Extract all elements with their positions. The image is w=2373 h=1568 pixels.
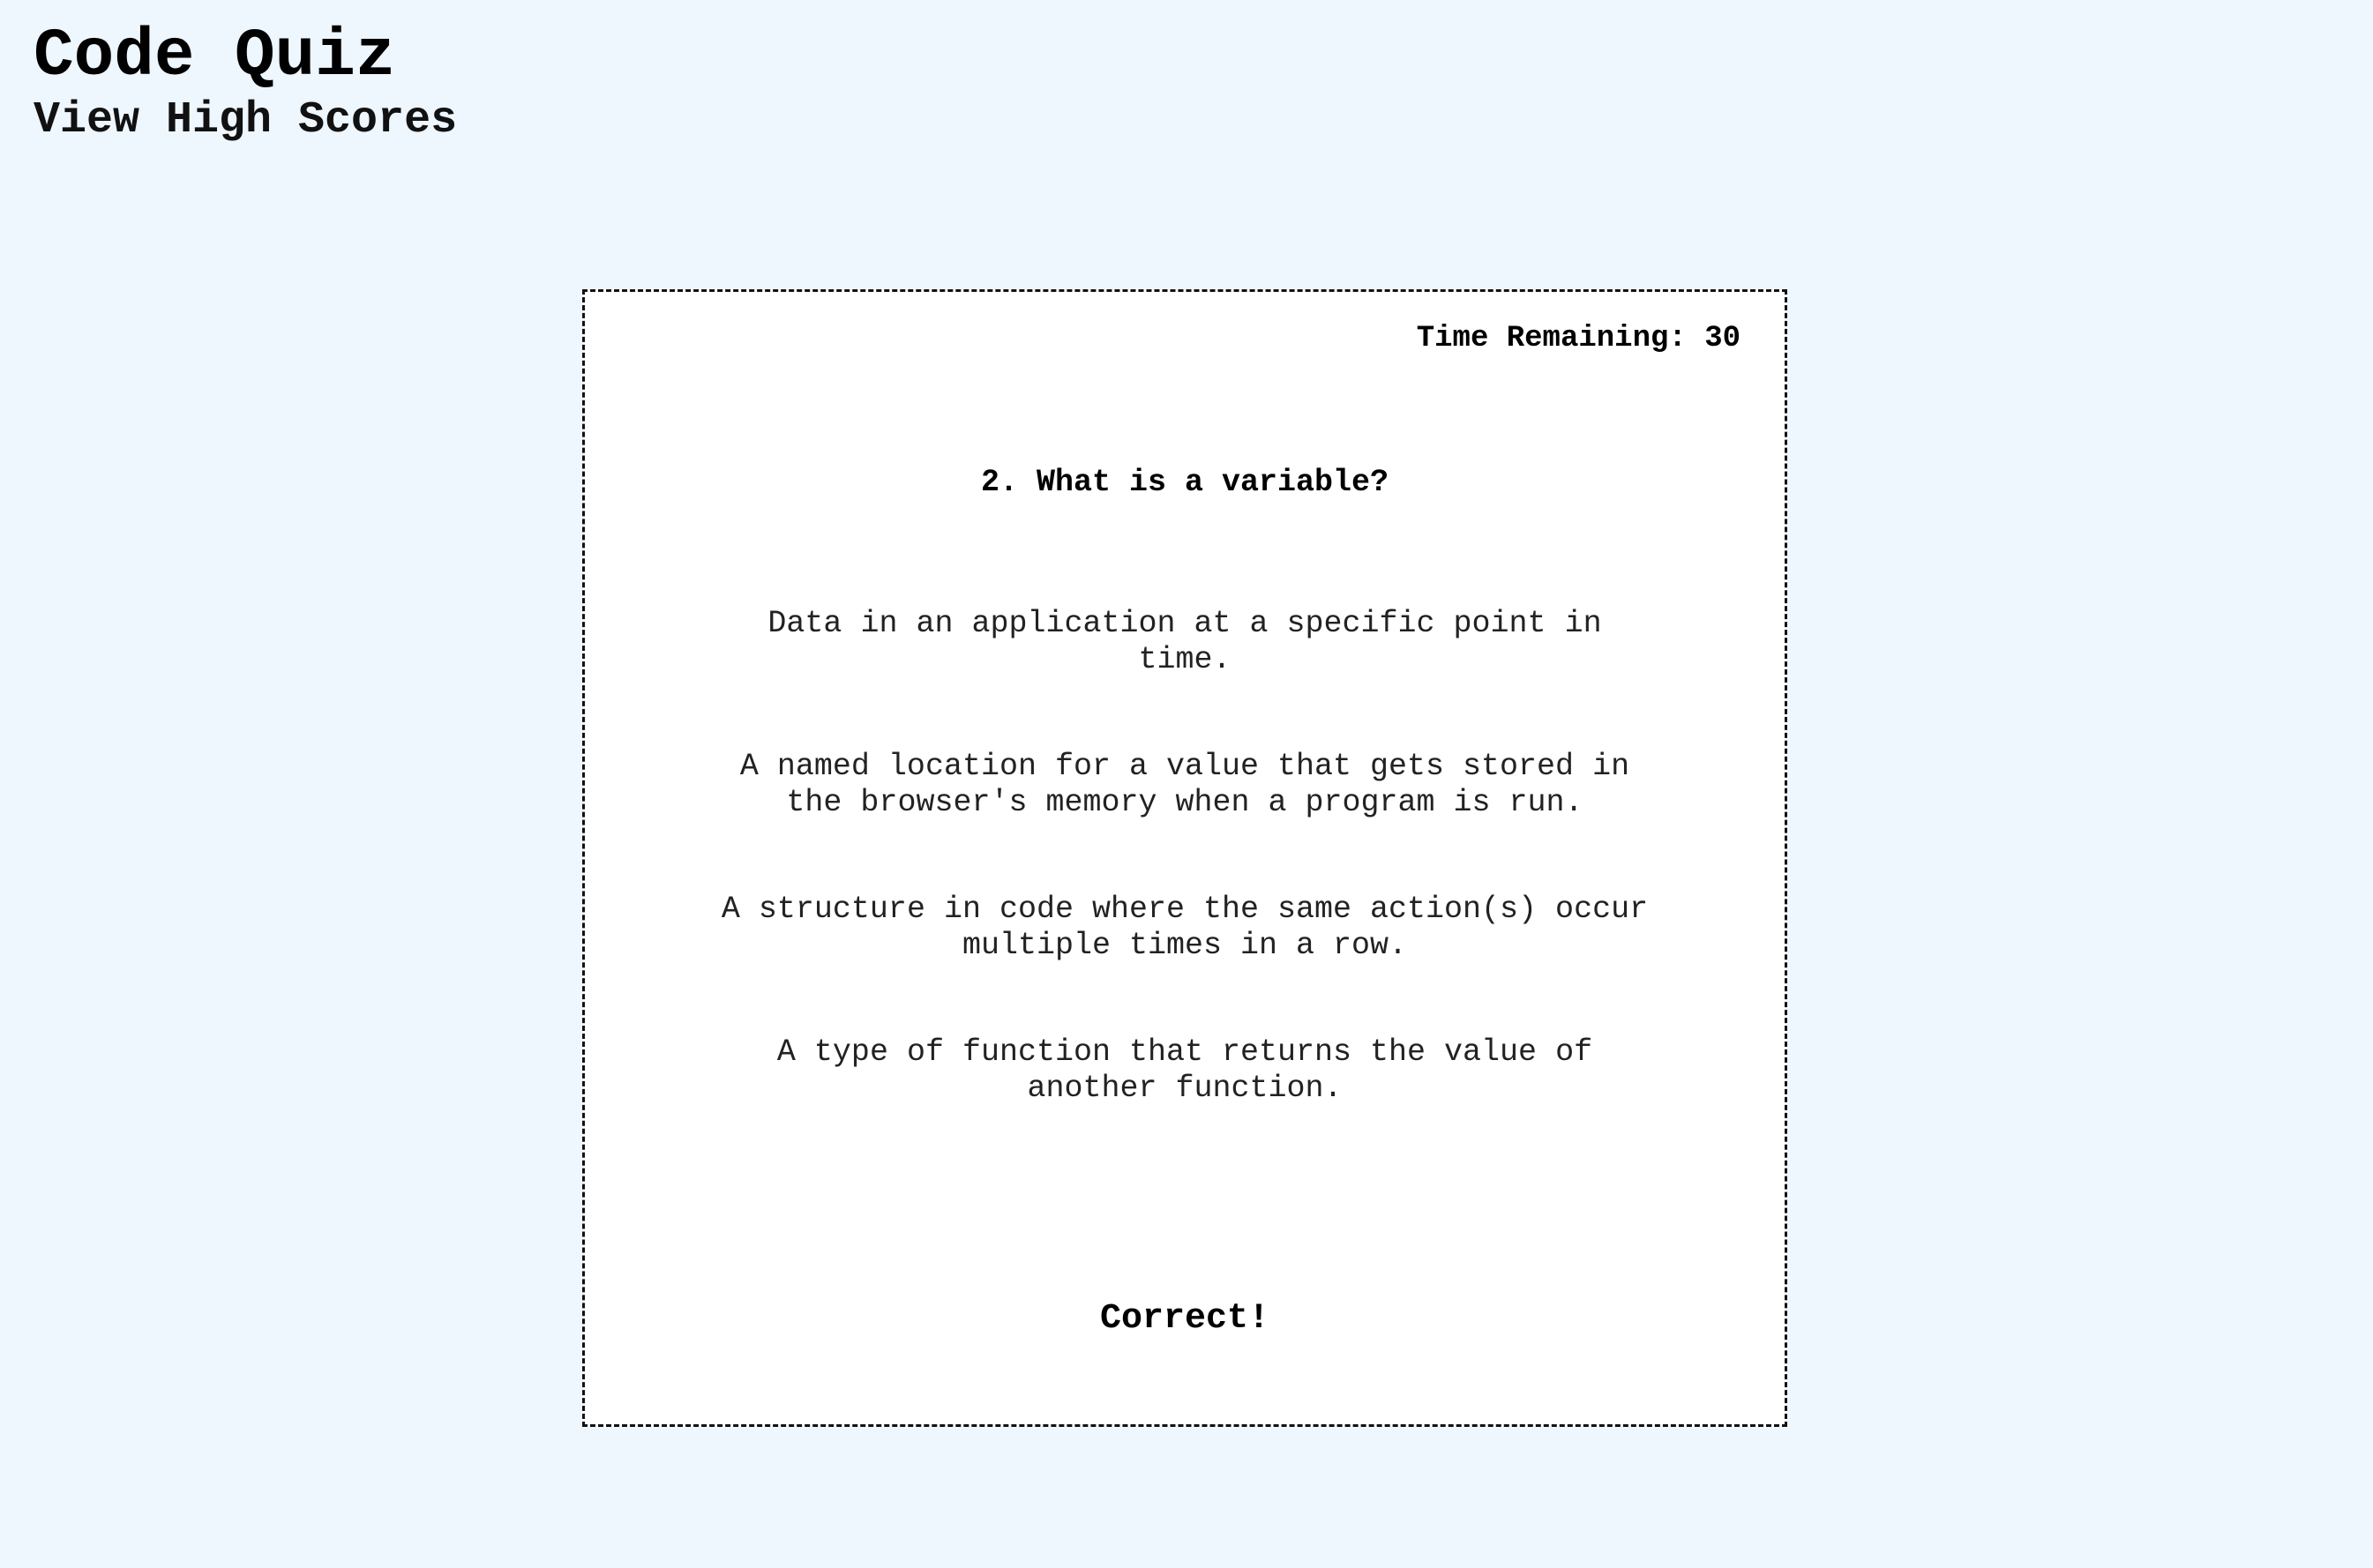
answer-list: Data in an application at a specific poi… <box>585 606 1785 1177</box>
timer-value: 30 <box>1704 322 1740 355</box>
view-high-scores-link[interactable]: View High Scores <box>34 93 457 148</box>
answer-option-2[interactable]: A named location for a value that gets s… <box>717 749 1652 821</box>
answer-option-4[interactable]: A type of function that returns the valu… <box>717 1034 1652 1107</box>
timer-label: Time Remaining: <box>1416 322 1705 355</box>
answer-feedback: Correct! <box>1099 1299 1270 1339</box>
app-title: Code Quiz <box>34 19 396 94</box>
quiz-card: Time Remaining: 30 2. What is a variable… <box>582 289 1787 1427</box>
header: Code Quiz View High Scores <box>34 16 457 148</box>
timer: Time Remaining: 30 <box>1417 322 1740 355</box>
question-text: 2. What is a variable? <box>980 465 1389 500</box>
answer-option-1[interactable]: Data in an application at a specific poi… <box>717 606 1652 678</box>
answer-option-3[interactable]: A structure in code where the same actio… <box>717 892 1652 964</box>
